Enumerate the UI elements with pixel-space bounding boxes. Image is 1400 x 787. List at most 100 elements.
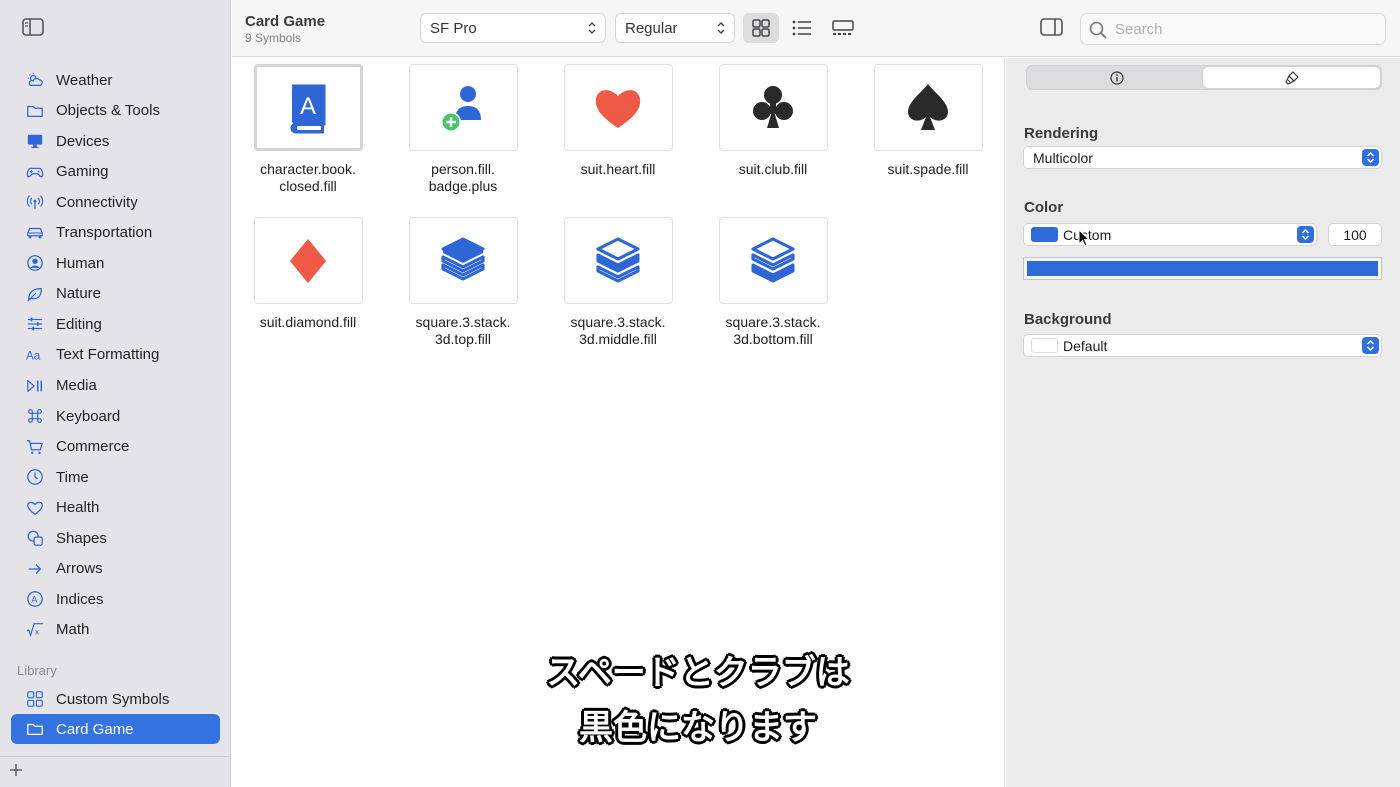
sidebar-item-label: Transportation: [56, 224, 153, 242]
color-swatch: [1031, 227, 1058, 242]
sidebar-item-label: Health: [56, 499, 100, 517]
sidebar: Weather Objects & Tools Devices Gaming Conne…: [0, 0, 231, 787]
sidebar-item-human[interactable]: Human: [11, 248, 220, 278]
sidebar-item-editing[interactable]: Editing: [11, 309, 220, 339]
symbol-cell[interactable]: person.fill. badge.plus: [393, 64, 533, 195]
color-well[interactable]: [1023, 257, 1382, 280]
sidebar-item-commerce[interactable]: Commerce: [11, 432, 220, 462]
gamecontroller-icon: [25, 162, 45, 182]
sidebar-item-keyboard[interactable]: Keyboard: [11, 401, 220, 431]
symbol-name-line: square.3.stack.: [570, 314, 666, 330]
sidebar-item-arrows[interactable]: Arrows: [11, 554, 220, 584]
sidebar-item-label: Media: [56, 377, 97, 394]
sidebar-item-health[interactable]: Health: [11, 493, 220, 523]
sidebar-item-gaming[interactable]: Gaming: [11, 157, 220, 187]
symbol-tile[interactable]: A: [253, 64, 363, 151]
font-popup[interactable]: SF Pro: [420, 13, 606, 43]
sidebar-item-time[interactable]: Time: [11, 462, 220, 492]
symbol-count: 9 Symbols: [245, 31, 302, 45]
sidebar-item-nature[interactable]: Nature: [11, 279, 220, 309]
color-popup[interactable]: Custom: [1023, 223, 1317, 246]
symbol-name-line: suit.club.fill: [738, 161, 808, 177]
tab-info[interactable]: [1028, 67, 1205, 88]
sidebar-item-label: Nature: [56, 285, 102, 303]
symbol-tile[interactable]: [718, 217, 828, 304]
grid-icon: [25, 689, 45, 709]
sidebar-item-weather[interactable]: Weather: [11, 65, 220, 95]
sidebar-item-label: Time: [56, 468, 89, 486]
symbol-tile[interactable]: [563, 64, 673, 151]
sidebar-item-label: Keyboard: [56, 407, 121, 425]
symbol-tile[interactable]: [408, 217, 518, 304]
sidebar-item-indices[interactable]: A Indices: [11, 584, 220, 614]
font-popup-value: SF Pro: [430, 19, 477, 37]
symbol-name: person.fill. badge.plus: [393, 161, 533, 195]
suit-diamond-icon: [280, 233, 336, 289]
grid-view-button[interactable]: [743, 13, 779, 43]
symbol-cell[interactable]: suit.heart.fill: [548, 64, 688, 178]
rendering-popup[interactable]: Multicolor: [1023, 146, 1382, 169]
sidebar-item-shapes[interactable]: Shapes: [11, 523, 220, 553]
textformat-icon: Aa: [25, 345, 45, 365]
symbol-name: square.3.stack. 3d.bottom.fill: [703, 314, 843, 348]
sidebar-item-media[interactable]: Media: [11, 371, 220, 401]
opacity-field[interactable]: 100: [1328, 223, 1382, 246]
sidebar-item-transportation[interactable]: Transportation: [11, 218, 220, 248]
sidebar-item-connectivity[interactable]: Connectivity: [11, 187, 220, 217]
toolbar: Card Game 9 Symbols SF Pro Regular: [232, 0, 1400, 57]
heart-icon: [25, 498, 45, 518]
list-view-button[interactable]: [784, 13, 820, 43]
inspector-toggle-icon[interactable]: [1040, 17, 1064, 37]
symbol-cell[interactable]: square.3.stack. 3d.middle.fill: [548, 217, 688, 348]
search-field[interactable]: [1080, 13, 1386, 45]
sidebar-item-devices[interactable]: Devices: [11, 126, 220, 156]
clock-icon: [25, 467, 45, 487]
command-icon: [25, 406, 45, 426]
search-input[interactable]: [1115, 20, 1365, 38]
sidebar-item-objects-tools[interactable]: Objects & Tools: [11, 96, 220, 126]
symbol-cell[interactable]: square.3.stack. 3d.bottom.fill: [703, 217, 843, 348]
symbol-tile[interactable]: [718, 64, 828, 151]
symbol-name: suit.diamond.fill: [238, 314, 378, 331]
symbol-cell[interactable]: square.3.stack. 3d.top.fill: [393, 217, 533, 348]
background-value: Default: [1063, 337, 1108, 354]
library-item-label: Card Game: [56, 720, 134, 738]
symbol-tile[interactable]: [873, 64, 983, 151]
suit-club-icon: [745, 80, 801, 136]
symbol-name-line: 3d.top.fill: [434, 331, 492, 347]
symbol-tile[interactable]: [253, 217, 363, 304]
sqrt-x-icon: x: [25, 620, 45, 640]
symbol-cell[interactable]: suit.spade.fill: [858, 64, 998, 178]
playpause-icon: [25, 376, 45, 396]
background-popup[interactable]: Default: [1023, 334, 1382, 357]
symbol-tile[interactable]: [408, 64, 518, 151]
symbol-name-line: badge.plus: [428, 178, 498, 194]
sidebar-item-math[interactable]: x Math: [11, 615, 220, 645]
chevron-updown-icon: [1362, 337, 1379, 354]
symbol-cell[interactable]: Acharacter.book. closed.fill: [238, 64, 378, 195]
symbol-cell[interactable]: suit.club.fill: [703, 64, 843, 178]
symbol-name-line: 3d.middle.fill: [579, 331, 657, 347]
tab-rendering[interactable]: [1203, 67, 1380, 88]
cart-icon: [25, 437, 45, 457]
add-collection-button[interactable]: [8, 762, 24, 778]
square-stack-middle-icon: [590, 233, 646, 289]
symbol-tile[interactable]: [563, 217, 673, 304]
chevron-updown-icon: [1362, 149, 1379, 166]
symbol-cell[interactable]: suit.diamond.fill: [238, 217, 378, 331]
library-item-custom-symbols[interactable]: Custom Symbols: [11, 684, 220, 714]
symbol-name-line: suit.diamond.fill: [259, 314, 357, 330]
arrow-right-icon: [25, 559, 45, 579]
rendering-label: Rendering: [1024, 125, 1099, 142]
library-item-card-game[interactable]: Card Game: [11, 714, 220, 744]
svg-text:Aa: Aa: [26, 349, 41, 362]
sidebar-toggle-icon[interactable]: [22, 18, 44, 36]
chevron-updown-icon: [1297, 226, 1314, 243]
inspector-panel: Rendering Multicolor Color Custom 100 Ba…: [1006, 58, 1400, 787]
weight-popup[interactable]: Regular: [615, 13, 735, 43]
gallery-view-button[interactable]: [825, 13, 861, 43]
grid-icon: [752, 19, 770, 37]
sidebar-item-text-formatting[interactable]: Aa Text Formatting: [11, 340, 220, 370]
paintbrush-icon: [1284, 70, 1299, 85]
color-label: Color: [1024, 199, 1064, 216]
